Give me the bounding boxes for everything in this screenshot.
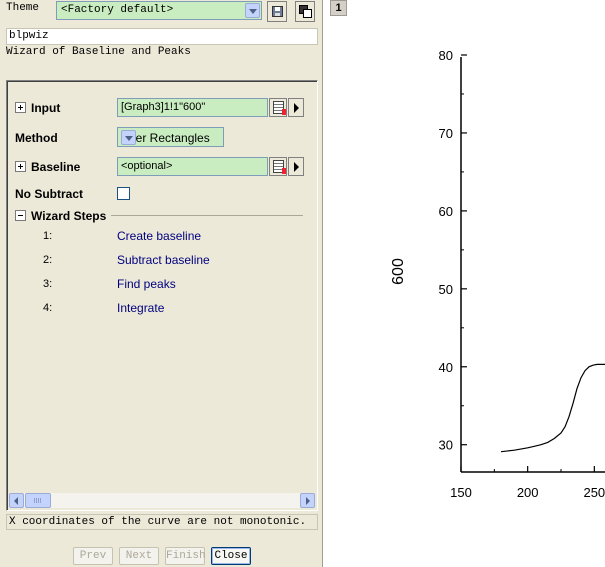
y-tick-label: 80 (439, 48, 453, 63)
series-line (500, 363, 605, 453)
y-tick-label: 70 (439, 126, 453, 141)
x-tick-label: 150 (450, 485, 472, 500)
y-tick-label: 40 (439, 360, 453, 375)
x-tick-label: 250 (583, 485, 605, 500)
y-tick-label: 60 (439, 204, 453, 219)
line-chart: 30 40 50 60 70 80 150 200 250 600 (390, 48, 605, 500)
x-tick-label: 200 (517, 485, 539, 500)
y-tick-label: 30 (439, 438, 453, 453)
y-tick-label: 50 (439, 282, 453, 297)
y-axis-title: 600 (390, 258, 407, 285)
